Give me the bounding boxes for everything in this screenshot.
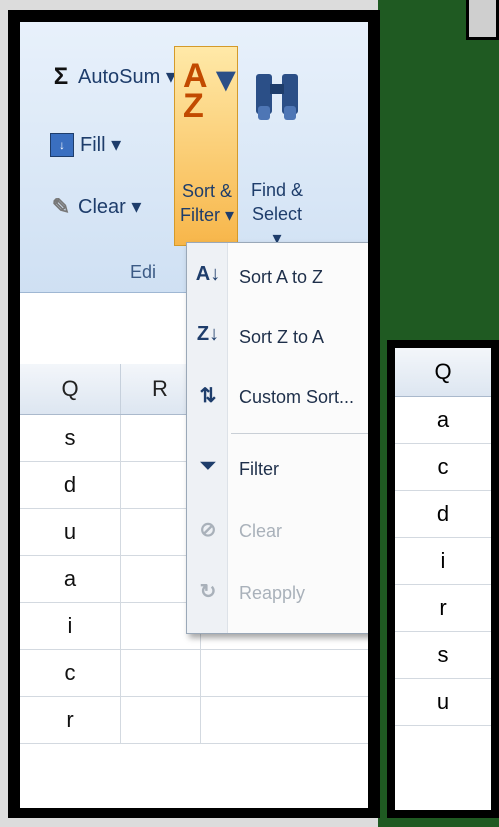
menu-item-label: Sort Z to A — [239, 327, 325, 347]
sorted-cell[interactable]: a — [395, 397, 491, 444]
menu-item-label: Reapply — [239, 583, 306, 603]
menu-item-label: Clear — [239, 521, 283, 541]
fill-icon: ↓ — [50, 132, 74, 157]
menu-item-reapply: ↻ Reapply — [187, 567, 368, 623]
eraser-icon: ✎ — [51, 193, 71, 219]
sorted-column: Q a c d i r s u — [395, 348, 491, 810]
sorted-cell[interactable]: u — [395, 679, 491, 726]
sorted-column-header[interactable]: Q — [395, 348, 491, 397]
binoculars-icon — [252, 66, 302, 137]
clear-label: Clear ▾ — [78, 196, 142, 218]
ribbon-group-label: Edi — [130, 262, 157, 282]
sort-z-a-icon: Z↓ — [196, 323, 220, 345]
excel-window: Σ AutoSum ▾ ↓ Fill ▾ ✎ Clear ▾ AZ ▼ Sort… — [20, 22, 368, 808]
reapply-icon: ↻ — [199, 581, 217, 603]
menu-item-sort-z-to-a[interactable]: Z↓ Sort Z to A — [187, 311, 368, 367]
menu-item-filter[interactable]: ⏷ Filter — [187, 443, 368, 499]
cell-q[interactable]: u — [20, 509, 121, 555]
menu-item-label: Sort A to Z — [239, 267, 324, 287]
menu-separator — [231, 433, 368, 434]
fill-label: Fill ▾ — [80, 134, 122, 156]
find-select-label-line1: Find & — [250, 180, 304, 200]
cell-r[interactable] — [120, 650, 201, 696]
column-header-q[interactable]: Q — [20, 364, 121, 414]
cell-q[interactable]: a — [20, 556, 121, 602]
sort-filter-label-line1: Sort & — [181, 181, 233, 201]
menu-item-label: Filter — [239, 459, 279, 479]
autosum-button[interactable]: Σ AutoSum ▾ — [50, 62, 176, 90]
left-panel-frame: Σ AutoSum ▾ ↓ Fill ▾ ✎ Clear ▾ AZ ▼ Sort… — [8, 10, 380, 818]
sort-a-z-icon: A↓ — [195, 263, 221, 285]
table-row: c — [20, 650, 368, 697]
fill-button[interactable]: ↓ Fill ▾ — [50, 132, 121, 157]
cell-r[interactable] — [120, 697, 201, 743]
sort-filter-button[interactable]: AZ ▼ Sort & Filter ▾ — [174, 46, 243, 246]
table-row: r — [20, 697, 368, 744]
sorted-cell[interactable]: d — [395, 491, 491, 538]
sorted-result-frame: Q a c d i r s u — [387, 340, 499, 818]
sort-az-icon: AZ ▼ — [183, 57, 243, 125]
clear-button[interactable]: ✎ Clear ▾ — [50, 193, 142, 219]
sort-filter-label-line2: Filter ▾ — [179, 205, 235, 225]
menu-item-label: Custom Sort... — [239, 387, 355, 407]
autosum-label: AutoSum ▾ — [78, 66, 176, 88]
cell-q[interactable]: r — [20, 697, 121, 743]
sort-filter-menu: A↓ Sort A to Z Z↓ Sort Z to A ⇅ Custom S… — [186, 242, 368, 634]
top-right-corner-box — [466, 0, 499, 40]
clear-filter-icon: ⊘ — [199, 519, 217, 541]
sorted-cell[interactable]: i — [395, 538, 491, 585]
find-select-button[interactable]: Find & Select ▾ — [242, 46, 312, 248]
sorted-cell[interactable]: s — [395, 632, 491, 679]
cell-q[interactable]: c — [20, 650, 121, 696]
menu-item-custom-sort[interactable]: ⇅ Custom Sort... — [187, 371, 368, 427]
sorted-cell[interactable]: r — [395, 585, 491, 632]
cell-q[interactable]: i — [20, 603, 121, 649]
filter-icon: ⏷ — [200, 455, 216, 477]
menu-item-sort-a-to-z[interactable]: A↓ Sort A to Z — [187, 251, 368, 307]
custom-sort-icon: ⇅ — [199, 385, 217, 407]
menu-item-clear: ⊘ Clear — [187, 505, 368, 561]
sigma-icon: Σ — [53, 62, 69, 90]
cell-q[interactable]: d — [20, 462, 121, 508]
sorted-cell[interactable]: c — [395, 444, 491, 491]
cell-q[interactable]: s — [20, 415, 121, 461]
